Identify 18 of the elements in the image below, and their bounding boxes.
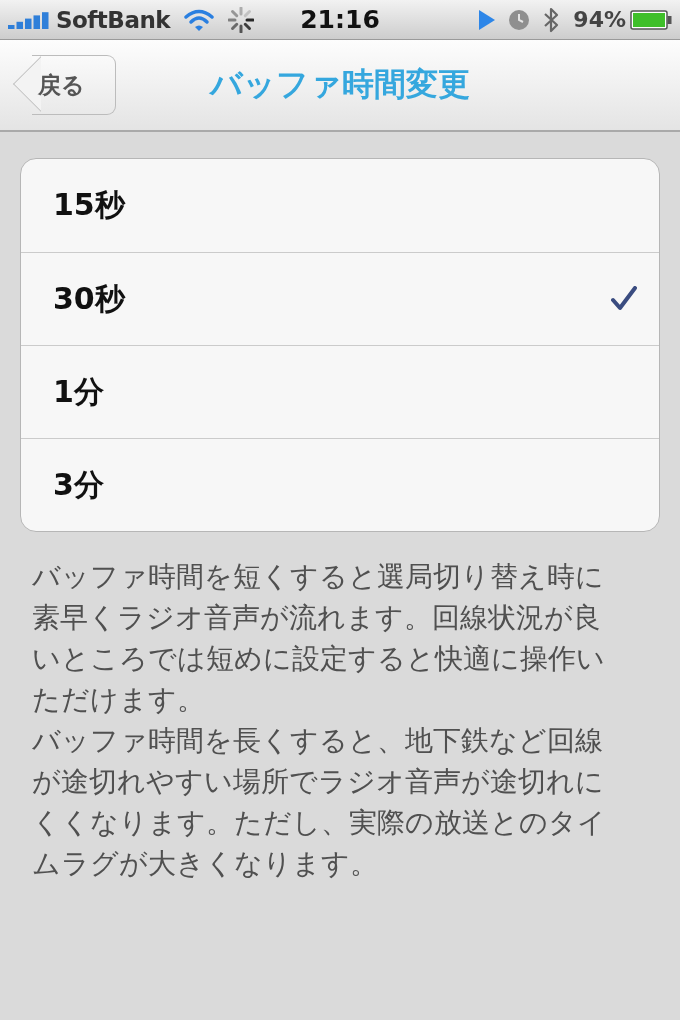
description-text: バッファ時間を短くすると選局切り替え時に素早くラジオ音声が流れます。回線状況が良いところでは短めに設定すると快適に操作いただけます。 xyxy=(32,559,606,717)
signal-icon xyxy=(8,10,50,29)
description-text: バッファ時間を長くすると、地下鉄など回線が途切れやすい場所でラジオ音声が途切れにくくなります。ただし、実際の放送とのタイムラグが大きくなります。 xyxy=(32,723,607,881)
battery-percentage: 94% xyxy=(573,7,626,32)
play-icon xyxy=(479,9,496,30)
option-row[interactable]: 3分 xyxy=(21,438,659,531)
option-row[interactable]: 30秒 xyxy=(21,252,659,345)
option-row[interactable]: 1分 xyxy=(21,345,659,438)
clock-icon xyxy=(509,9,530,30)
page-title: バッファ時間変更 xyxy=(210,64,470,105)
clock-time: 21:16 xyxy=(300,5,380,34)
carrier-name: SoftBank xyxy=(56,6,171,33)
bluetooth-icon xyxy=(543,5,560,34)
option-row[interactable]: 15秒 xyxy=(21,159,659,252)
back-button[interactable]: 戻る xyxy=(12,55,116,115)
activity-spinner-icon xyxy=(228,6,255,33)
battery-icon xyxy=(630,9,672,30)
wifi-icon xyxy=(184,8,215,31)
